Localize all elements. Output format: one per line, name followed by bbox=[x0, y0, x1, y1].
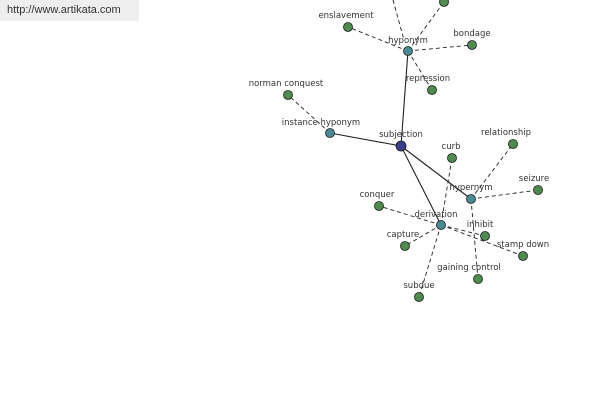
node-norman-conquest[interactable]: norman conquest bbox=[249, 79, 324, 100]
edge-hyponym-repression bbox=[407, 50, 433, 91]
node-seizure[interactable]: seizure bbox=[519, 174, 549, 195]
edge-offscreen-stub-1 bbox=[392, 0, 405, 41]
node-subdue[interactable]: subdue bbox=[403, 281, 435, 302]
node-hypernym[interactable]: hypernym bbox=[449, 183, 493, 204]
node-dot-instance-hyponym[interactable] bbox=[325, 128, 335, 138]
node-relationship[interactable]: relationship bbox=[481, 128, 531, 149]
node-label-repression: repression bbox=[406, 74, 450, 84]
node-dot-offscreen-top-1[interactable] bbox=[439, 0, 449, 7]
node-dot-hypernym[interactable] bbox=[466, 194, 476, 204]
node-dot-relationship[interactable] bbox=[508, 139, 518, 149]
node-dot-repression[interactable] bbox=[427, 85, 437, 95]
node-dot-conquer[interactable] bbox=[374, 201, 384, 211]
node-stamp-down[interactable]: stamp down bbox=[497, 240, 549, 261]
node-dot-derivation[interactable] bbox=[436, 220, 446, 230]
node-dot-seizure[interactable] bbox=[533, 185, 543, 195]
node-curb[interactable]: curb bbox=[442, 142, 461, 163]
node-label-norman-conquest: norman conquest bbox=[249, 79, 324, 89]
node-instance-hyponym[interactable]: instance hyponym bbox=[282, 118, 360, 138]
node-label-inhibit: inhibit bbox=[467, 220, 494, 230]
node-label-relationship: relationship bbox=[481, 128, 531, 138]
nodes-layer: subjection hyponym instance hyponym hyperny… bbox=[249, 0, 549, 302]
node-label-subjection: subjection bbox=[379, 130, 423, 140]
node-label-stamp-down: stamp down bbox=[497, 240, 549, 250]
node-dot-capture[interactable] bbox=[400, 241, 410, 251]
node-dot-enslavement[interactable] bbox=[343, 22, 353, 32]
node-derivation[interactable]: derivation bbox=[414, 210, 458, 230]
node-dot-gaining-control[interactable] bbox=[473, 274, 483, 284]
node-label-derivation: derivation bbox=[414, 210, 457, 220]
node-dot-stamp-down[interactable] bbox=[518, 251, 528, 261]
node-gaining-control[interactable]: gaining control bbox=[437, 263, 501, 284]
node-dot-subjection[interactable] bbox=[395, 140, 407, 152]
node-label-capture: capture bbox=[387, 230, 420, 240]
node-dot-inhibit[interactable] bbox=[480, 231, 490, 241]
node-dot-curb[interactable] bbox=[447, 153, 457, 163]
node-enslavement[interactable]: enslavement bbox=[318, 11, 374, 32]
node-dot-bondage[interactable] bbox=[467, 40, 477, 50]
node-dot-hyponym[interactable] bbox=[403, 46, 413, 56]
node-label-curb: curb bbox=[442, 142, 461, 152]
node-label-subdue: subdue bbox=[403, 281, 434, 291]
node-inhibit[interactable]: inhibit bbox=[467, 220, 494, 241]
word-relation-graph: subjection hyponym instance hyponym hyperny… bbox=[249, 0, 549, 302]
node-label-bondage: bondage bbox=[453, 29, 490, 39]
node-label-seizure: seizure bbox=[519, 174, 549, 184]
node-hyponym[interactable]: hyponym bbox=[388, 36, 428, 56]
node-label-gaining-control: gaining control bbox=[437, 263, 501, 273]
node-offscreen-top-1[interactable] bbox=[439, 0, 449, 7]
node-dot-subdue[interactable] bbox=[414, 292, 424, 302]
node-conquer[interactable]: conquer bbox=[360, 190, 395, 211]
node-label-hyponym: hyponym bbox=[388, 36, 428, 46]
node-label-conquer: conquer bbox=[360, 190, 395, 200]
node-label-instance-hyponym: instance hyponym bbox=[282, 118, 360, 128]
node-label-enslavement: enslavement bbox=[318, 11, 374, 21]
node-label-hypernym: hypernym bbox=[449, 183, 492, 193]
node-dot-norman-conquest[interactable] bbox=[283, 90, 293, 100]
